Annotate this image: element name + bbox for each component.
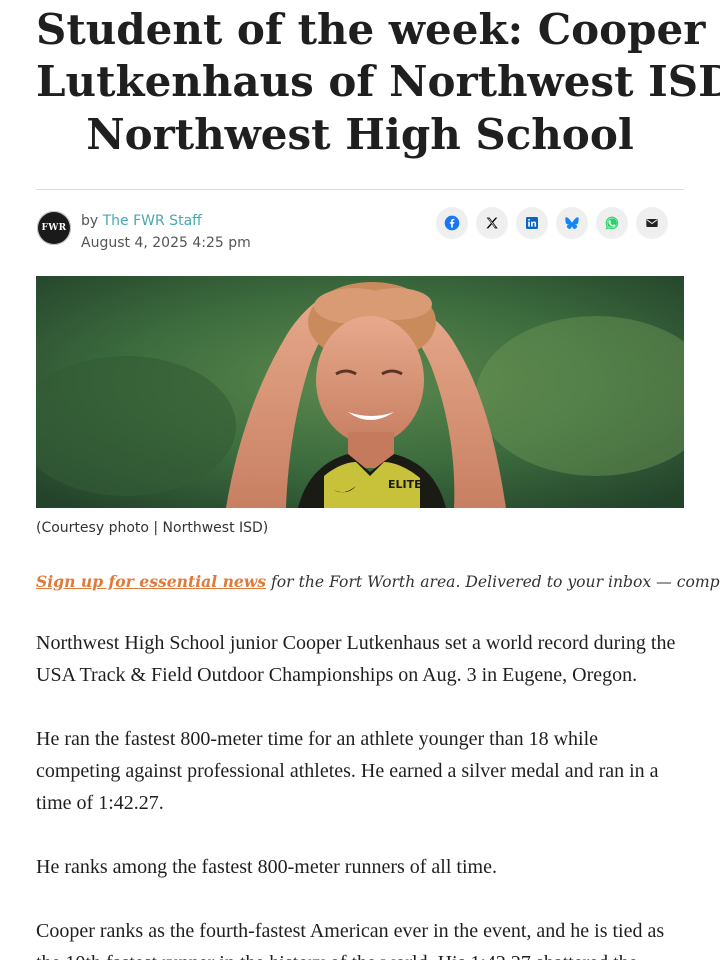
featured-photo: ELITE — [36, 276, 684, 508]
photo-caption: (Courtesy photo | Northwest ISD) — [36, 520, 269, 536]
article-paragraph: He ran the fastest 800-meter time for an… — [36, 723, 684, 819]
share-facebook-button[interactable] — [436, 207, 468, 239]
article-page: Student of the week: Cooper Lutkenhaus o… — [0, 0, 720, 960]
paragraph-line: the 10th fastest runner in the history o… — [36, 947, 684, 960]
email-icon — [646, 219, 658, 227]
paragraph-line: competing against professional athletes.… — [36, 760, 659, 782]
linkedin-icon — [526, 217, 538, 229]
newsletter-signup-link[interactable]: Sign up for essential news — [36, 572, 266, 591]
x-icon — [486, 217, 498, 229]
paragraph-line: Cooper ranks as the fourth-fastest Ameri… — [36, 920, 665, 942]
article-paragraph: He ranks among the fastest 800-meter run… — [36, 851, 684, 883]
share-whatsapp-button[interactable] — [596, 207, 628, 239]
article-paragraph: Cooper ranks as the fourth-fastest Ameri… — [36, 915, 684, 960]
whatsapp-icon — [605, 216, 619, 230]
promo-text: for the Fort Worth area. Delivered to yo… — [271, 573, 720, 591]
share-linkedin-button[interactable] — [516, 207, 548, 239]
avatar-text: FWR — [41, 223, 67, 233]
jersey-text: ELITE — [388, 478, 422, 491]
by-prefix: by — [81, 213, 99, 229]
paragraph-line: USA Track & Field Outdoor Championships … — [36, 664, 638, 686]
title-divider — [36, 189, 684, 190]
paragraph-line: time of 1:42.27. — [36, 792, 164, 814]
athlete-photo-illustration: ELITE — [36, 276, 684, 508]
byline: by The FWR Staff — [81, 212, 202, 230]
title-line: Lutkenhaus of Northwest ISD’s — [36, 57, 720, 106]
publish-date: August 4, 2025 4:25 pm — [81, 235, 251, 251]
share-bluesky-button[interactable] — [556, 207, 588, 239]
share-email-button[interactable] — [636, 207, 668, 239]
title-line: Northwest High School — [86, 110, 634, 159]
author-avatar[interactable]: FWR — [37, 211, 71, 245]
newsletter-promo: Sign up for essential news for the Fort … — [36, 571, 720, 593]
title-line: Student of the week: Cooper — [36, 5, 706, 54]
share-x-button[interactable] — [476, 207, 508, 239]
bluesky-icon — [565, 217, 579, 230]
article-paragraph: Northwest High School junior Cooper Lutk… — [36, 627, 684, 691]
author-link[interactable]: The FWR Staff — [103, 213, 202, 229]
facebook-icon — [444, 215, 460, 231]
paragraph-line: He ran the fastest 800-meter time for an… — [36, 728, 599, 750]
paragraph-line: He ranks among the fastest 800-meter run… — [36, 856, 497, 878]
paragraph-line: Northwest High School junior Cooper Lutk… — [36, 632, 676, 654]
